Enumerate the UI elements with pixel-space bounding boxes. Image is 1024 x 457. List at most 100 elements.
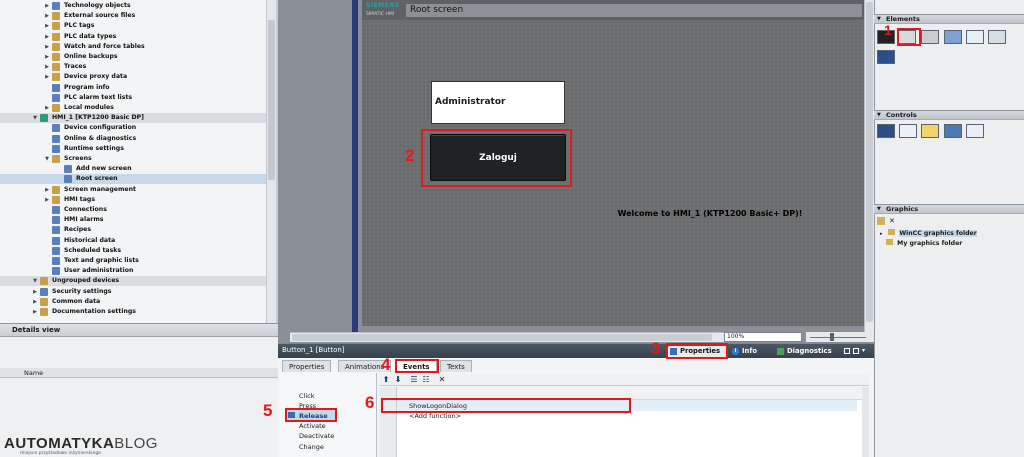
expand-arrow-icon[interactable]: ▶ bbox=[32, 307, 38, 317]
subtab-events[interactable]: Events bbox=[396, 360, 437, 372]
scrollbar-thumb[interactable] bbox=[268, 20, 275, 180]
system-diagnostics-icon[interactable] bbox=[966, 124, 984, 138]
tree-item[interactable]: Root screen bbox=[0, 174, 266, 185]
tree-item[interactable]: Text and graphic lists bbox=[0, 256, 266, 266]
graphic-view-icon[interactable] bbox=[944, 30, 962, 44]
tree-item[interactable]: ▶ Watch and force tables bbox=[0, 42, 266, 52]
expand-arrow-icon[interactable]: ▶ bbox=[44, 21, 50, 31]
tree-item[interactable]: ▶ Technology objects bbox=[0, 1, 266, 11]
function-list-scrollbar[interactable] bbox=[862, 387, 869, 457]
editor-vertical-scrollbar[interactable] bbox=[864, 0, 874, 332]
collapse-arrow-icon[interactable]: ▼ bbox=[32, 113, 38, 123]
move-down-icon[interactable]: ⬇ bbox=[393, 375, 403, 385]
move-up-icon[interactable]: ⬆ bbox=[381, 375, 391, 385]
user-view-icon[interactable] bbox=[921, 124, 939, 138]
tab-info[interactable]: i Info bbox=[730, 346, 774, 357]
expand-arrow-icon[interactable]: ▶ bbox=[44, 1, 50, 11]
subtab-texts[interactable]: Texts bbox=[440, 360, 472, 372]
tree-item[interactable]: Scheduled tasks bbox=[0, 246, 266, 256]
expand-arrow-icon[interactable]: ▶ bbox=[44, 32, 50, 42]
scrollbar-thumb[interactable] bbox=[866, 2, 873, 322]
alarm-view-icon[interactable] bbox=[877, 124, 895, 138]
expand-arrow-icon[interactable]: ▶ bbox=[44, 62, 50, 72]
expand-arrow-icon[interactable]: ▶ bbox=[44, 103, 50, 113]
switch-icon[interactable] bbox=[877, 50, 895, 64]
event-release[interactable]: Release bbox=[299, 411, 328, 421]
folder-icon[interactable] bbox=[877, 217, 885, 225]
expand-arrow-icon[interactable]: ▶ bbox=[44, 195, 50, 205]
tree-item[interactable]: Program info bbox=[0, 83, 266, 93]
expand-arrow-icon[interactable]: ▸ bbox=[880, 230, 884, 239]
tab-properties[interactable]: Properties bbox=[668, 346, 728, 357]
list-alt-icon[interactable]: ☷ bbox=[421, 375, 431, 385]
tree-item[interactable]: ▶ Common data bbox=[0, 297, 266, 307]
function-add[interactable]: <Add function> bbox=[409, 412, 461, 420]
recipe-view-icon[interactable] bbox=[944, 124, 962, 138]
event-change[interactable]: Change bbox=[299, 442, 324, 452]
tree-item[interactable]: ▶ PLC data types bbox=[0, 32, 266, 42]
button-element-icon[interactable] bbox=[898, 30, 916, 44]
collapse-icon[interactable]: ▾ bbox=[862, 347, 865, 354]
expand-arrow-icon[interactable]: ▶ bbox=[44, 185, 50, 195]
zoom-knob[interactable] bbox=[830, 333, 834, 341]
tree-item[interactable]: Runtime settings bbox=[0, 144, 266, 154]
collapse-arrow-icon[interactable]: ▼ bbox=[32, 276, 38, 286]
tree-item[interactable]: ▶ Local modules bbox=[0, 103, 266, 113]
expand-arrow-icon[interactable]: ▶ bbox=[44, 42, 50, 52]
inspector-window-controls[interactable]: ▾ bbox=[842, 347, 870, 356]
delete-icon[interactable]: ✕ bbox=[437, 375, 447, 385]
event-press[interactable]: Press bbox=[299, 401, 316, 411]
tree-item[interactable]: ▶ Device proxy data bbox=[0, 72, 266, 82]
elements-pane-header[interactable]: ▼ Elements bbox=[874, 14, 1024, 24]
tree-item[interactable]: ▼ Ungrouped devices bbox=[0, 276, 266, 287]
tree-item[interactable]: ▶ Online backups bbox=[0, 52, 266, 62]
symbolic-io-icon[interactable] bbox=[921, 30, 939, 44]
zoom-select[interactable]: 100% bbox=[724, 332, 802, 342]
event-click[interactable]: Click bbox=[299, 391, 315, 401]
zoom-slider[interactable] bbox=[806, 332, 874, 342]
list-icon[interactable]: ☰ bbox=[409, 375, 419, 385]
expand-arrow-icon[interactable]: ▶ bbox=[32, 297, 38, 307]
details-column-name[interactable]: Name bbox=[0, 368, 278, 378]
tree-item[interactable]: Connections bbox=[0, 205, 266, 215]
project-tree-scrollbar[interactable] bbox=[266, 0, 276, 323]
graphics-pane-header[interactable]: ▼ Graphics bbox=[874, 204, 1024, 214]
tab-diagnostics[interactable]: Diagnostics bbox=[775, 346, 837, 357]
tree-item[interactable]: ▶ Traces bbox=[0, 62, 266, 72]
expand-arrow-icon[interactable]: ▶ bbox=[44, 52, 50, 62]
tree-item[interactable]: ▶ HMI tags bbox=[0, 195, 266, 205]
tree-item[interactable]: ▶ Documentation settings bbox=[0, 307, 266, 317]
tree-item[interactable]: Device configuration bbox=[0, 123, 266, 133]
event-deactivate[interactable]: Deactivate bbox=[299, 431, 334, 441]
controls-pane-header[interactable]: ▼ Controls bbox=[874, 110, 1024, 120]
tree-item[interactable]: HMI alarms bbox=[0, 215, 266, 225]
tree-item[interactable]: Online & diagnostics bbox=[0, 134, 266, 144]
tree-item[interactable]: PLC alarm text lists bbox=[0, 93, 266, 103]
tree-item[interactable]: Historical data bbox=[0, 236, 266, 246]
minimize-icon[interactable] bbox=[853, 348, 859, 354]
event-activate[interactable]: Activate bbox=[299, 421, 326, 431]
zaloguj-button[interactable]: Zaloguj bbox=[430, 134, 566, 181]
expand-arrow-icon[interactable]: ▶ bbox=[32, 287, 38, 297]
tree-item[interactable]: User administration bbox=[0, 266, 266, 276]
delete-icon[interactable]: ✕ bbox=[889, 217, 897, 225]
expand-arrow-icon[interactable]: ▶ bbox=[44, 11, 50, 21]
tree-item[interactable]: ▶ Screen management bbox=[0, 185, 266, 195]
tree-item[interactable]: ▼ HMI_1 [KTP1200 Basic DP] bbox=[0, 113, 266, 124]
expand-arrow-icon[interactable]: ▶ bbox=[44, 72, 50, 82]
subtab-properties[interactable]: Properties bbox=[282, 360, 332, 372]
tree-item[interactable]: ▶ External source files bbox=[0, 11, 266, 21]
restore-icon[interactable] bbox=[844, 348, 850, 354]
tree-item[interactable]: ▼ Screens bbox=[0, 154, 266, 164]
tree-item[interactable]: Recipes bbox=[0, 225, 266, 235]
scrollbar-thumb[interactable] bbox=[292, 334, 712, 341]
trend-view-icon[interactable] bbox=[899, 124, 917, 138]
function-showlogondialog[interactable]: ShowLogonDialog bbox=[409, 402, 467, 410]
collapse-arrow-icon[interactable]: ▼ bbox=[44, 154, 50, 164]
tree-item[interactable]: ▶ Security settings bbox=[0, 287, 266, 297]
bar-icon[interactable] bbox=[988, 30, 1006, 44]
graphics-item-wincc[interactable]: ▸ WinCC graphics folder bbox=[880, 229, 977, 238]
tree-item[interactable]: ▶ PLC tags bbox=[0, 21, 266, 31]
administrator-field[interactable]: Administrator bbox=[431, 81, 565, 124]
graphics-item-mygraphics[interactable]: My graphics folder bbox=[886, 239, 962, 248]
